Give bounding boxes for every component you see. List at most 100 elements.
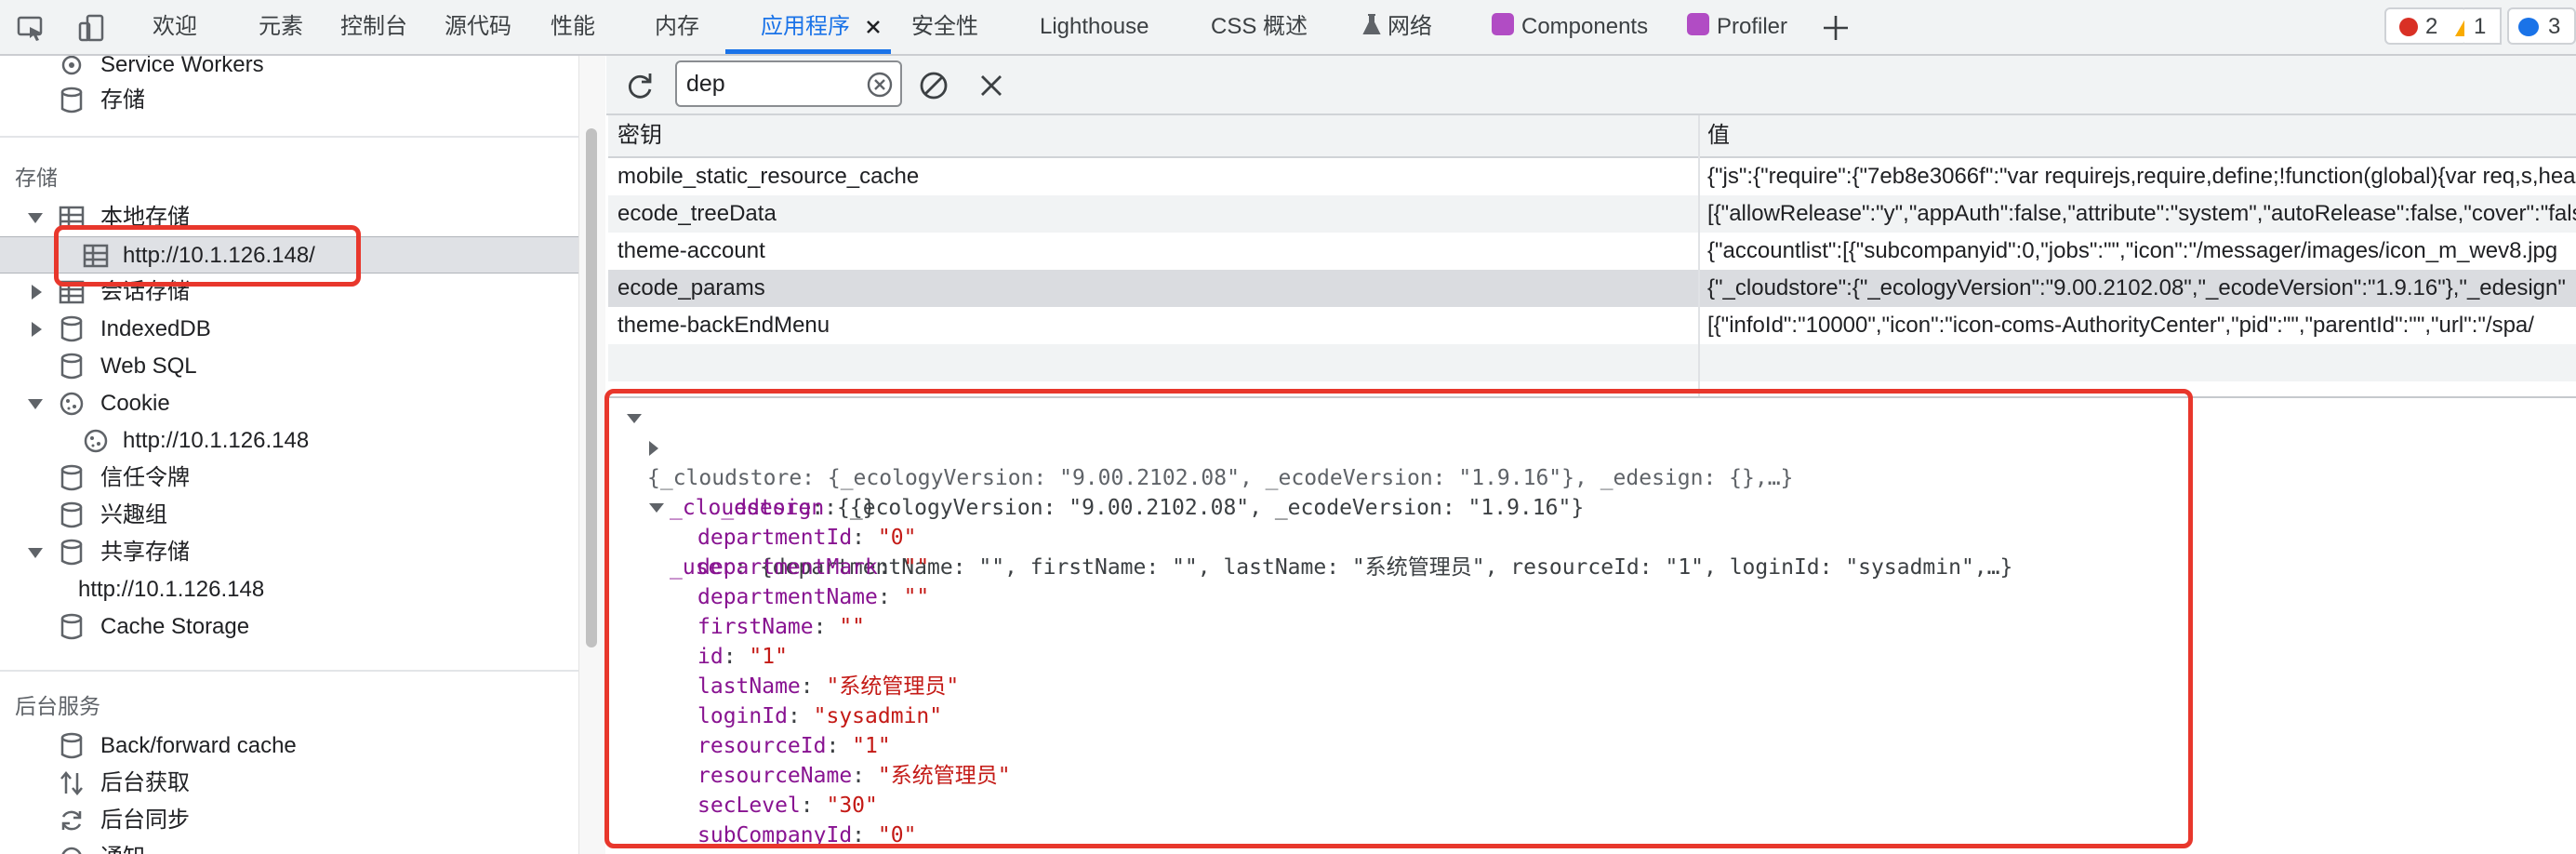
column-header-value[interactable]: 值 bbox=[1707, 115, 1730, 156]
sidebar-item-session-storage[interactable]: 会话存储 bbox=[0, 274, 578, 311]
table-row[interactable]: theme-account {"accountlist":[{"subcompa… bbox=[608, 233, 2576, 270]
warnings-count: 1 bbox=[2474, 14, 2487, 39]
table-row[interactable]: theme-backEndMenu [{"infoId":"10000","ic… bbox=[608, 307, 2576, 344]
tab-console[interactable]: 控制台 bbox=[340, 0, 407, 54]
error-icon bbox=[2399, 18, 2418, 36]
database-icon bbox=[60, 87, 83, 113]
json-value: {} bbox=[849, 496, 876, 520]
tab-performance[interactable]: 性能 bbox=[551, 0, 595, 54]
delete-selected-icon[interactable] bbox=[975, 69, 1008, 102]
sidebar-item-local-storage-origin[interactable]: http://10.1.126.148/ bbox=[0, 236, 578, 274]
json-key: lastName bbox=[697, 674, 801, 699]
json-string-value: "1" bbox=[852, 734, 891, 758]
sidebar-item-indexeddb[interactable]: IndexedDB bbox=[0, 311, 578, 348]
sidebar-item-interest-groups[interactable]: 兴趣组 bbox=[0, 497, 578, 534]
sidebar-scrollbar-thumb[interactable] bbox=[586, 128, 597, 647]
json-key: departmentMark bbox=[697, 555, 878, 580]
sidebar-item-label: 兴趣组 bbox=[100, 502, 167, 527]
sidebar-item-service-workers[interactable]: Service Workers bbox=[0, 56, 578, 84]
json-user-line[interactable]: _user: {departmentName: "", firstName: "… bbox=[649, 493, 2012, 580]
tab-security[interactable]: 安全性 bbox=[911, 0, 978, 54]
tab-lighthouse[interactable]: Lighthouse bbox=[1040, 0, 1149, 54]
gear-icon bbox=[61, 56, 82, 75]
errors-count: 2 bbox=[2425, 14, 2438, 39]
json-string-value: "0" bbox=[877, 823, 917, 847]
table-row[interactable]: ecode_treeData [{"allowRelease":"y","app… bbox=[608, 195, 2576, 233]
database-icon bbox=[60, 539, 83, 566]
cookie-icon bbox=[84, 429, 108, 453]
json-field: id: "1" bbox=[697, 645, 788, 669]
tab-components[interactable]: Components bbox=[1521, 0, 1648, 54]
sidebar-item-trust-tokens[interactable]: 信任令牌 bbox=[0, 460, 578, 497]
database-icon bbox=[60, 353, 83, 380]
refresh-icon[interactable] bbox=[623, 69, 657, 102]
column-header-key[interactable]: 密钥 bbox=[617, 115, 662, 156]
sidebar-item-label: 会话存储 bbox=[100, 279, 190, 304]
row-value: {"js":{"require":{"7eb8e3066f":"var requ… bbox=[1707, 164, 2576, 189]
devtools-tab-bar: 欢迎 元素 控制台 源代码 性能 内存 应用程序 安全性 Lighthouse … bbox=[0, 0, 2576, 56]
collapse-arrow-icon[interactable] bbox=[649, 503, 664, 513]
warnings-badge[interactable]: 1 bbox=[2464, 7, 2502, 45]
sidebar-item-label: http://10.1.126.148/ bbox=[123, 243, 315, 268]
expand-arrow-icon[interactable] bbox=[32, 322, 42, 337]
row-key: theme-backEndMenu bbox=[617, 313, 830, 338]
json-field: departmentName: "" bbox=[697, 585, 930, 609]
json-field: loginId: "sysadmin" bbox=[697, 704, 943, 728]
json-key: resourceId bbox=[697, 734, 827, 758]
json-root-line[interactable]: {_cloudstore: {_ecologyVersion: "9.00.21… bbox=[627, 404, 1793, 490]
expand-arrow-icon[interactable] bbox=[649, 441, 658, 456]
sidebar-item-shared-storage[interactable]: 共享存储 bbox=[0, 534, 578, 571]
value-preview-pane: {_cloudstore: {_ecologyVersion: "9.00.21… bbox=[610, 400, 2576, 854]
tab-css-overview[interactable]: CSS 概述 bbox=[1211, 0, 1308, 54]
react-components-icon bbox=[1492, 13, 1514, 35]
table-row[interactable]: mobile_static_resource_cache {"js":{"req… bbox=[608, 158, 2576, 195]
json-key: _edesign bbox=[721, 496, 825, 520]
preview-splitter[interactable] bbox=[608, 396, 2576, 398]
sidebar-item-cookie-origin[interactable]: http://10.1.126.148 bbox=[0, 422, 578, 460]
sidebar-item-local-storage[interactable]: 本地存储 bbox=[0, 199, 578, 236]
tab-elements[interactable]: 元素 bbox=[259, 0, 303, 54]
sidebar-item-shared-storage-origin[interactable]: http://10.1.126.148 bbox=[0, 571, 578, 608]
json-field: firstName: "" bbox=[697, 615, 866, 639]
sidebar-item-notifications[interactable]: 通知 bbox=[0, 839, 578, 854]
sidebar-item-background-sync[interactable]: 后台同步 bbox=[0, 802, 578, 839]
close-tab-icon[interactable] bbox=[859, 13, 887, 41]
cookie-icon bbox=[60, 392, 84, 416]
clear-filter-icon[interactable] bbox=[867, 72, 893, 98]
sidebar-item-cookie[interactable]: Cookie bbox=[0, 385, 578, 422]
local-storage-table: 密钥 值 mobile_static_resource_cache {"js":… bbox=[608, 115, 2576, 396]
collapse-arrow-icon[interactable] bbox=[627, 414, 642, 423]
clear-all-icon[interactable] bbox=[917, 69, 950, 102]
messages-badge[interactable]: 3 bbox=[2507, 7, 2576, 45]
tab-memory[interactable]: 内存 bbox=[655, 0, 699, 54]
json-field: departmentId: "0" bbox=[697, 526, 917, 550]
device-toolbar-icon[interactable] bbox=[76, 12, 108, 44]
sidebar-item-bfcache[interactable]: Back/forward cache bbox=[0, 727, 578, 765]
tab-application[interactable]: 应用程序 bbox=[761, 0, 850, 54]
expand-arrow-icon[interactable] bbox=[28, 213, 43, 223]
sidebar-item-label: 共享存储 bbox=[100, 540, 190, 565]
sidebar-item-storage-overview[interactable]: 存储 bbox=[0, 82, 578, 119]
table-row-empty[interactable] bbox=[608, 344, 2576, 381]
tab-network[interactable]: 网络 bbox=[1388, 0, 1432, 54]
tab-welcome[interactable]: 欢迎 bbox=[153, 0, 197, 54]
expand-arrow-icon[interactable] bbox=[28, 548, 43, 558]
bell-icon bbox=[61, 847, 82, 854]
expand-arrow-icon[interactable] bbox=[28, 399, 43, 409]
column-divider[interactable] bbox=[1698, 115, 1700, 396]
expand-arrow-icon[interactable] bbox=[32, 285, 42, 300]
add-tab-icon[interactable] bbox=[1821, 13, 1851, 43]
sidebar-item-label: IndexedDB bbox=[100, 316, 211, 341]
table-row-selected[interactable]: ecode_params {"_cloudstore":{"_ecologyVe… bbox=[608, 270, 2576, 307]
sidebar-item-cache-storage[interactable]: Cache Storage bbox=[0, 608, 578, 646]
sidebar-item-web-sql[interactable]: Web SQL bbox=[0, 348, 578, 385]
json-key: firstName bbox=[697, 615, 814, 639]
sidebar-item-background-fetch[interactable]: 后台获取 bbox=[0, 765, 578, 802]
tab-profiler[interactable]: Profiler bbox=[1717, 0, 1787, 54]
tab-sources[interactable]: 源代码 bbox=[445, 0, 511, 54]
json-cloudstore-line[interactable]: _cloudstore: {_ecologyVersion: "9.00.210… bbox=[649, 434, 1584, 520]
json-string-value: "30" bbox=[826, 794, 878, 818]
inspect-element-icon[interactable] bbox=[15, 12, 46, 44]
errors-badge[interactable]: 2 bbox=[2384, 7, 2476, 45]
json-value: {_ecologyVersion: "9.00.2102.08", _ecode… bbox=[837, 496, 1585, 520]
